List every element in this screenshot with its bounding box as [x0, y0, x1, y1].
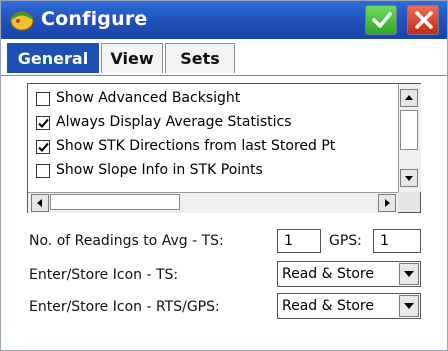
arrow-up-icon — [405, 95, 413, 100]
vertical-scrollbar[interactable] — [398, 84, 421, 192]
dropdown-button[interactable] — [399, 263, 419, 285]
gps-label: GPS: — [329, 233, 362, 249]
tab-view[interactable]: View — [101, 43, 163, 73]
scroll-down-button[interactable] — [400, 169, 418, 187]
chevron-down-icon — [404, 303, 414, 309]
checkbox[interactable] — [36, 164, 50, 178]
scroll-left-button[interactable] — [31, 194, 49, 212]
icon-rts-gps-select[interactable]: Read & Store — [277, 293, 421, 319]
ok-button[interactable] — [365, 5, 397, 35]
configure-window: Configure General View Sets Show Advance… — [0, 0, 448, 351]
check-icon — [38, 142, 49, 152]
option-label: Show Slope Info in STK Points — [56, 162, 263, 178]
scroll-thumb[interactable] — [50, 194, 180, 210]
close-button[interactable] — [407, 5, 439, 35]
arrow-right-icon — [385, 199, 390, 207]
horizontal-scrollbar[interactable] — [28, 192, 398, 213]
option-label: Show Advanced Backsight — [56, 90, 241, 106]
tab-sets[interactable]: Sets — [165, 43, 235, 73]
icon-rts-gps-label: Enter/Store Icon - RTS/GPS: — [29, 299, 220, 315]
checkbox[interactable] — [36, 140, 50, 154]
checkbox[interactable] — [36, 116, 50, 130]
options-list: Show Advanced Backsight Always Display A… — [27, 83, 421, 213]
icon-ts-select[interactable]: Read & Store — [277, 261, 421, 287]
gps-readings-input[interactable]: 1 — [373, 229, 421, 253]
title-bar: Configure — [1, 1, 447, 39]
app-logo-icon — [9, 8, 35, 32]
dropdown-button[interactable] — [399, 295, 419, 317]
selected-value: Read & Store — [282, 298, 374, 314]
chevron-down-icon — [404, 271, 414, 277]
window-title: Configure — [41, 8, 148, 30]
scroll-up-button[interactable] — [400, 89, 418, 107]
readings-label: No. of Readings to Avg - TS: — [29, 233, 224, 249]
scroll-thumb[interactable] — [400, 110, 418, 150]
check-icon — [372, 12, 392, 28]
scroll-right-button[interactable] — [378, 194, 396, 212]
option-label: Show STK Directions from last Stored Pt — [56, 138, 336, 154]
icon-ts-label: Enter/Store Icon - TS: — [29, 267, 179, 283]
check-icon — [38, 118, 49, 128]
arrow-left-icon — [37, 199, 42, 207]
tab-bar: General View Sets — [1, 41, 447, 76]
option-label: Always Display Average Statistics — [56, 114, 292, 130]
checkbox[interactable] — [36, 92, 50, 106]
ts-readings-input[interactable]: 1 — [277, 229, 321, 253]
tab-general[interactable]: General — [7, 43, 99, 73]
arrow-down-icon — [405, 176, 413, 181]
selected-value: Read & Store — [282, 266, 374, 282]
close-icon — [415, 11, 433, 29]
scrollbar-corner — [398, 192, 420, 212]
